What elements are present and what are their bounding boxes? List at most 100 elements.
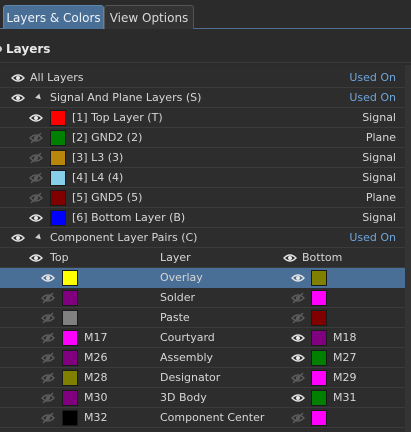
bottom-color-swatch[interactable] [311, 390, 327, 406]
bottom-color-swatch[interactable] [311, 350, 327, 366]
layer-name: Overlay [160, 271, 203, 284]
layers-panel: All Layers Used On Signal And Plane Layers… [0, 65, 405, 432]
column-header-bottom: Bottom [302, 251, 343, 264]
top-layer-code: M17 [84, 331, 108, 344]
eye-slash-icon[interactable] [29, 172, 43, 184]
eye-slash-icon[interactable] [291, 312, 305, 324]
eye-icon[interactable] [11, 92, 25, 104]
layer-color-swatch[interactable] [50, 130, 66, 146]
eye-slash-icon[interactable] [29, 132, 43, 144]
top-layer-code: M28 [84, 371, 108, 384]
bottom-color-swatch[interactable] [311, 410, 327, 426]
top-layer-code: M26 [84, 351, 108, 364]
eye-slash-icon[interactable] [291, 292, 305, 304]
layer-color-swatch[interactable] [50, 110, 66, 126]
layer-row[interactable]: [3] L3 (3) Signal [0, 148, 405, 168]
signal-plane-used-on: Used On [349, 91, 396, 104]
component-pair-row[interactable]: M32 Component Center [0, 408, 405, 428]
all-layers-row[interactable]: All Layers Used On [0, 68, 405, 88]
component-pair-row[interactable]: Paste [0, 308, 405, 328]
eye-slash-icon[interactable] [41, 292, 55, 304]
bottom-color-swatch[interactable] [311, 310, 327, 326]
component-pair-row[interactable]: M28 Designator M29 [0, 368, 405, 388]
eye-icon[interactable] [291, 352, 305, 364]
tab-bar: Layers & Colors View Options [0, 0, 411, 29]
layer-name: Assembly [160, 351, 214, 364]
eye-slash-icon[interactable] [29, 152, 43, 164]
eye-icon[interactable] [41, 272, 55, 284]
eye-icon[interactable] [11, 232, 25, 244]
top-color-swatch[interactable] [62, 270, 78, 286]
signal-plane-group-header[interactable]: Signal And Plane Layers (S) Used On [0, 88, 405, 108]
bottom-color-swatch[interactable] [311, 370, 327, 386]
layer-name: Courtyard [160, 331, 215, 344]
component-pair-row[interactable]: Overlay [0, 268, 405, 288]
eye-slash-icon[interactable] [291, 372, 305, 384]
eye-slash-icon[interactable] [291, 412, 305, 424]
layer-type: Signal [362, 111, 396, 124]
layer-name: [5] GND5 (5) [72, 191, 143, 204]
top-color-swatch[interactable] [62, 310, 78, 326]
eye-slash-icon[interactable] [41, 352, 55, 364]
top-color-swatch[interactable] [62, 350, 78, 366]
layer-color-swatch[interactable] [50, 150, 66, 166]
top-color-swatch[interactable] [62, 390, 78, 406]
eye-icon[interactable] [291, 392, 305, 404]
layer-row[interactable]: [4] L4 (4) Signal [0, 168, 405, 188]
layer-row[interactable]: [5] GND5 (5) Plane [0, 188, 405, 208]
component-pair-row[interactable]: M30 3D Body M31 [0, 388, 405, 408]
all-layers-label: All Layers [30, 71, 84, 84]
tab-layers-colors[interactable]: Layers & Colors [3, 5, 104, 29]
layer-name: Solder [160, 291, 196, 304]
eye-slash-icon[interactable] [29, 192, 43, 204]
bottom-color-swatch[interactable] [311, 270, 327, 286]
expand-chevron-icon[interactable] [35, 93, 43, 102]
component-pairs-group-header[interactable]: Component Layer Pairs (C) Used On [0, 228, 405, 248]
top-layer-code: M32 [84, 411, 108, 424]
layer-name: [2] GND2 (2) [72, 131, 143, 144]
layer-row[interactable]: [1] Top Layer (T) Signal [0, 108, 405, 128]
eye-icon[interactable] [29, 252, 43, 264]
layer-row[interactable]: [2] GND2 (2) Plane [0, 128, 405, 148]
component-pair-row[interactable]: M17 Courtyard M18 [0, 328, 405, 348]
bottom-color-swatch[interactable] [311, 290, 327, 306]
component-pairs-used-on: Used On [349, 231, 396, 244]
bottom-color-swatch[interactable] [311, 330, 327, 346]
component-pair-row[interactable]: Solder [0, 288, 405, 308]
bottom-layer-code: M27 [333, 351, 357, 364]
top-color-swatch[interactable] [62, 290, 78, 306]
component-pair-row[interactable]: M26 Assembly M27 [0, 348, 405, 368]
tab-view-options[interactable]: View Options [104, 5, 194, 29]
layer-name: [3] L3 (3) [72, 151, 124, 164]
layer-type: Plane [365, 191, 396, 204]
eye-slash-icon[interactable] [41, 372, 55, 384]
eye-icon[interactable] [11, 72, 25, 84]
layer-name: Paste [160, 311, 190, 324]
vertical-scrollbar[interactable] [405, 65, 411, 432]
layer-name: 3D Body [160, 391, 207, 404]
layer-row[interactable]: [6] Bottom Layer (B) Signal [0, 208, 405, 228]
bottom-layer-code: M31 [333, 391, 357, 404]
eye-slash-icon[interactable] [41, 392, 55, 404]
eye-slash-icon[interactable] [41, 312, 55, 324]
layer-name: Component Center [160, 411, 265, 424]
eye-icon[interactable] [291, 332, 305, 344]
layer-color-swatch[interactable] [50, 190, 66, 206]
signal-plane-label: Signal And Plane Layers (S) [50, 91, 202, 104]
layer-color-swatch[interactable] [50, 210, 66, 226]
expand-chevron-icon[interactable] [35, 233, 43, 242]
eye-slash-icon[interactable] [41, 412, 55, 424]
top-color-swatch[interactable] [62, 410, 78, 426]
eye-icon[interactable] [29, 212, 43, 224]
collapse-marker-icon [0, 46, 2, 52]
component-pairs-column-header[interactable]: Top Layer Bottom [0, 248, 405, 268]
eye-icon[interactable] [283, 252, 297, 264]
top-color-swatch[interactable] [62, 330, 78, 346]
top-color-swatch[interactable] [62, 370, 78, 386]
bottom-layer-code: M18 [333, 331, 357, 344]
eye-slash-icon[interactable] [41, 332, 55, 344]
layer-color-swatch[interactable] [50, 170, 66, 186]
eye-icon[interactable] [291, 272, 305, 284]
top-layer-code: M30 [84, 391, 108, 404]
eye-icon[interactable] [29, 112, 43, 124]
